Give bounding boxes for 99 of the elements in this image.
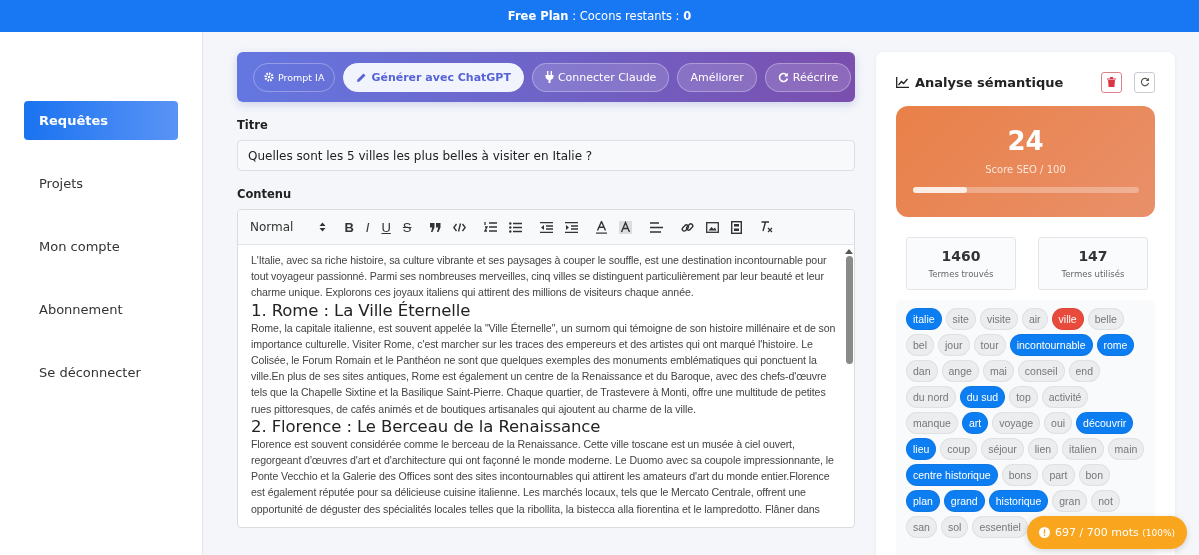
section-heading: 1. Rome : La Ville Éternelle (251, 300, 472, 320)
panel-title: Analyse sémantique (915, 74, 1065, 90)
info-icon (1039, 527, 1051, 538)
bullet-list-icon[interactable] (508, 221, 522, 233)
align-icon[interactable] (649, 221, 663, 233)
term-tag: not (1091, 490, 1120, 512)
term-tag: sol (940, 516, 969, 538)
sidebar-item[interactable]: Mon compte (24, 227, 178, 266)
ai-button[interactable]: Améliorer (677, 62, 757, 92)
delete-button[interactable] (1101, 71, 1122, 93)
outdent-icon[interactable] (539, 221, 553, 233)
term-tag: du nord (906, 386, 956, 408)
ai-button[interactable]: Réécrire (764, 62, 852, 92)
term-tag: belle (1087, 308, 1124, 330)
term-tag: main (1107, 438, 1145, 460)
clear-format-icon[interactable] (759, 221, 773, 233)
term-tag: visite (979, 308, 1018, 330)
term-tag: art (961, 412, 989, 434)
word-count: 697 / 700 mots (100%) (1055, 526, 1175, 539)
term-tag: bons (1001, 464, 1039, 486)
field-label: Titre (237, 118, 269, 132)
term-tag: gran (1052, 490, 1088, 512)
quote-icon[interactable] (429, 222, 441, 232)
term-tag: séjour (981, 438, 1024, 460)
format-select[interactable]: Normal (250, 220, 327, 234)
term-tag: italien (1062, 438, 1104, 460)
plug-icon (544, 71, 554, 83)
image-icon[interactable] (705, 221, 719, 233)
indent-icon[interactable] (564, 221, 578, 233)
term-tag: centre historique (906, 464, 998, 486)
format-button[interactable]: S (402, 219, 412, 235)
sidebar-item[interactable]: Se déconnecter (24, 353, 178, 392)
refresh-icon (1139, 77, 1150, 87)
term-tag: oui (1044, 412, 1073, 434)
paragraph: L'Italie, avec sa riche histoire, sa culture vibrante et ses paysages à couper le souffle, est une destination incontournable pour tout voyageur passionné. Parmi ses nombreuses merveilles, cinq villes se distinguent particulièrement par leur beauté et leur charme unique. Explorons ces joyaux italiens qui attirent des millions de visiteurs chaque année. (251, 253, 828, 301)
paragraph: Rome, la capitale italienne, est souvent appelée la "Ville Éternelle", un surnom qui témoigne de son histoire millénaire et de son importance culturelle. Visiter Rome, c'est marcher sur les traces des empereurs et des artistes qui ont marqué l'histoire. Le Colisée, le Forum Romain et le Panthéon ne sont que quelques exemples des monuments emblématiques qui ponctuent la ville.En plus de ses sites antiques, Rome est également un centre de la Renaissance et du Baroque, avec des chefs-d'œuvre tels que la Chapelle Sixtine et la Basilique Saint-Pierre. Chaque quartier, de Trastevere à Monti, offre une multitude de petites rues pittoresques, de cafés animés et de boutiques artisanales qui ajoutent au charme de la ville. (251, 320, 837, 417)
term-tag: coup (940, 438, 978, 460)
score-value: 24 (1007, 126, 1044, 156)
term-tag: ange (941, 360, 979, 382)
ai-button[interactable]: Générer avec ChatGPT (343, 62, 524, 92)
term-tag: dan (906, 360, 938, 382)
term-tag: conseil (1017, 360, 1065, 382)
term-tag: grand (943, 490, 985, 512)
format-button[interactable]: B (344, 219, 354, 235)
term-tag: lieu (906, 438, 937, 460)
stat-label: Termes trouvés (928, 269, 994, 279)
scroll-up-icon[interactable] (845, 248, 853, 254)
term-tag: site (945, 308, 976, 330)
sidebar-item[interactable]: Projets (24, 164, 178, 203)
field-label: Contenu (237, 187, 293, 201)
code-icon[interactable] (452, 222, 466, 232)
term-tag: plan (906, 490, 940, 512)
term-tag: historique (988, 490, 1049, 512)
format-button[interactable]: U (381, 219, 391, 235)
term-tag: jour (938, 334, 970, 356)
term-tag: san (906, 516, 937, 538)
refresh-button[interactable] (1134, 71, 1155, 93)
highlight-icon[interactable] (618, 220, 632, 234)
term-tag: activité (1041, 386, 1089, 408)
gear-icon (264, 72, 274, 82)
pencil-icon (356, 71, 368, 83)
paragraph: Florence est souvent considérée comme le berceau de la Renaissance. Cette ville toscane est un musée à ciel ouvert, regorgeant d'œuvres d'art et d'architecture qui ont façonné le monde moderne. Le Duomo avec sa coupole impressionnante, le Ponte Vecchio et la Galerie des Offices sont des sites incontournables qui attirent les amateurs d'art du monde entier.Florence est également réputée pour sa délicieuse cuisine italienne. Les marchés locaux, tels que le Mercato Centrale, offrent une opportunité de déguster des spécialités locales telles que la ribollita, la bistecca alla fiorentina et le lampredotto. Flâner dans (251, 436, 835, 517)
title-field[interactable]: Quelles sont les 5 villes les plus belles à visiter en Italie ? (237, 140, 855, 171)
term-tag: bon (1078, 464, 1111, 486)
term-tag: découvrir (1076, 412, 1134, 434)
stat-value: 147 (1078, 248, 1108, 264)
trash-icon (1107, 77, 1116, 87)
format-button[interactable]: I (365, 219, 370, 235)
term-tag: mai (982, 360, 1014, 382)
stat-value: 1460 (941, 248, 981, 264)
term-tag: ville (1051, 308, 1084, 330)
refresh-icon (777, 71, 789, 83)
link-icon[interactable] (680, 220, 694, 234)
numbered-list-icon[interactable] (483, 221, 497, 233)
term-tag: rome (1096, 334, 1135, 356)
video-icon[interactable] (730, 220, 742, 234)
stat-label: Termes utilisés (1061, 269, 1125, 279)
term-tag: bel (906, 334, 934, 356)
term-tag: part (1042, 464, 1075, 486)
ai-button[interactable]: Connecter Claude (531, 62, 670, 92)
sidebar-item[interactable]: Requêtes (24, 101, 178, 140)
term-tag: lien (1027, 438, 1059, 460)
term-tag: du sud (959, 386, 1006, 408)
term-tag: end (1068, 360, 1101, 382)
line-chart-icon (896, 76, 909, 88)
term-tag: italie (906, 308, 942, 330)
term-tag: top (1009, 386, 1038, 408)
section-heading: 2. Florence : Le Berceau de la Renaissance (251, 416, 602, 436)
plan-text: Free Plan : Cocons restants : 0 (507, 9, 692, 23)
term-tag: incontournable (1009, 334, 1093, 356)
term-tag: manque (906, 412, 958, 434)
term-tag: air (1021, 308, 1048, 330)
score-label: Score SEO / 100 (985, 164, 1066, 175)
term-tag: tour (973, 334, 1006, 356)
text-color-icon[interactable] (595, 220, 607, 234)
term-tag: voyage (992, 412, 1041, 434)
sidebar-item[interactable]: Abonnement (24, 290, 178, 329)
term-tag: essentiel (972, 516, 1028, 538)
caret-icon (319, 222, 327, 232)
